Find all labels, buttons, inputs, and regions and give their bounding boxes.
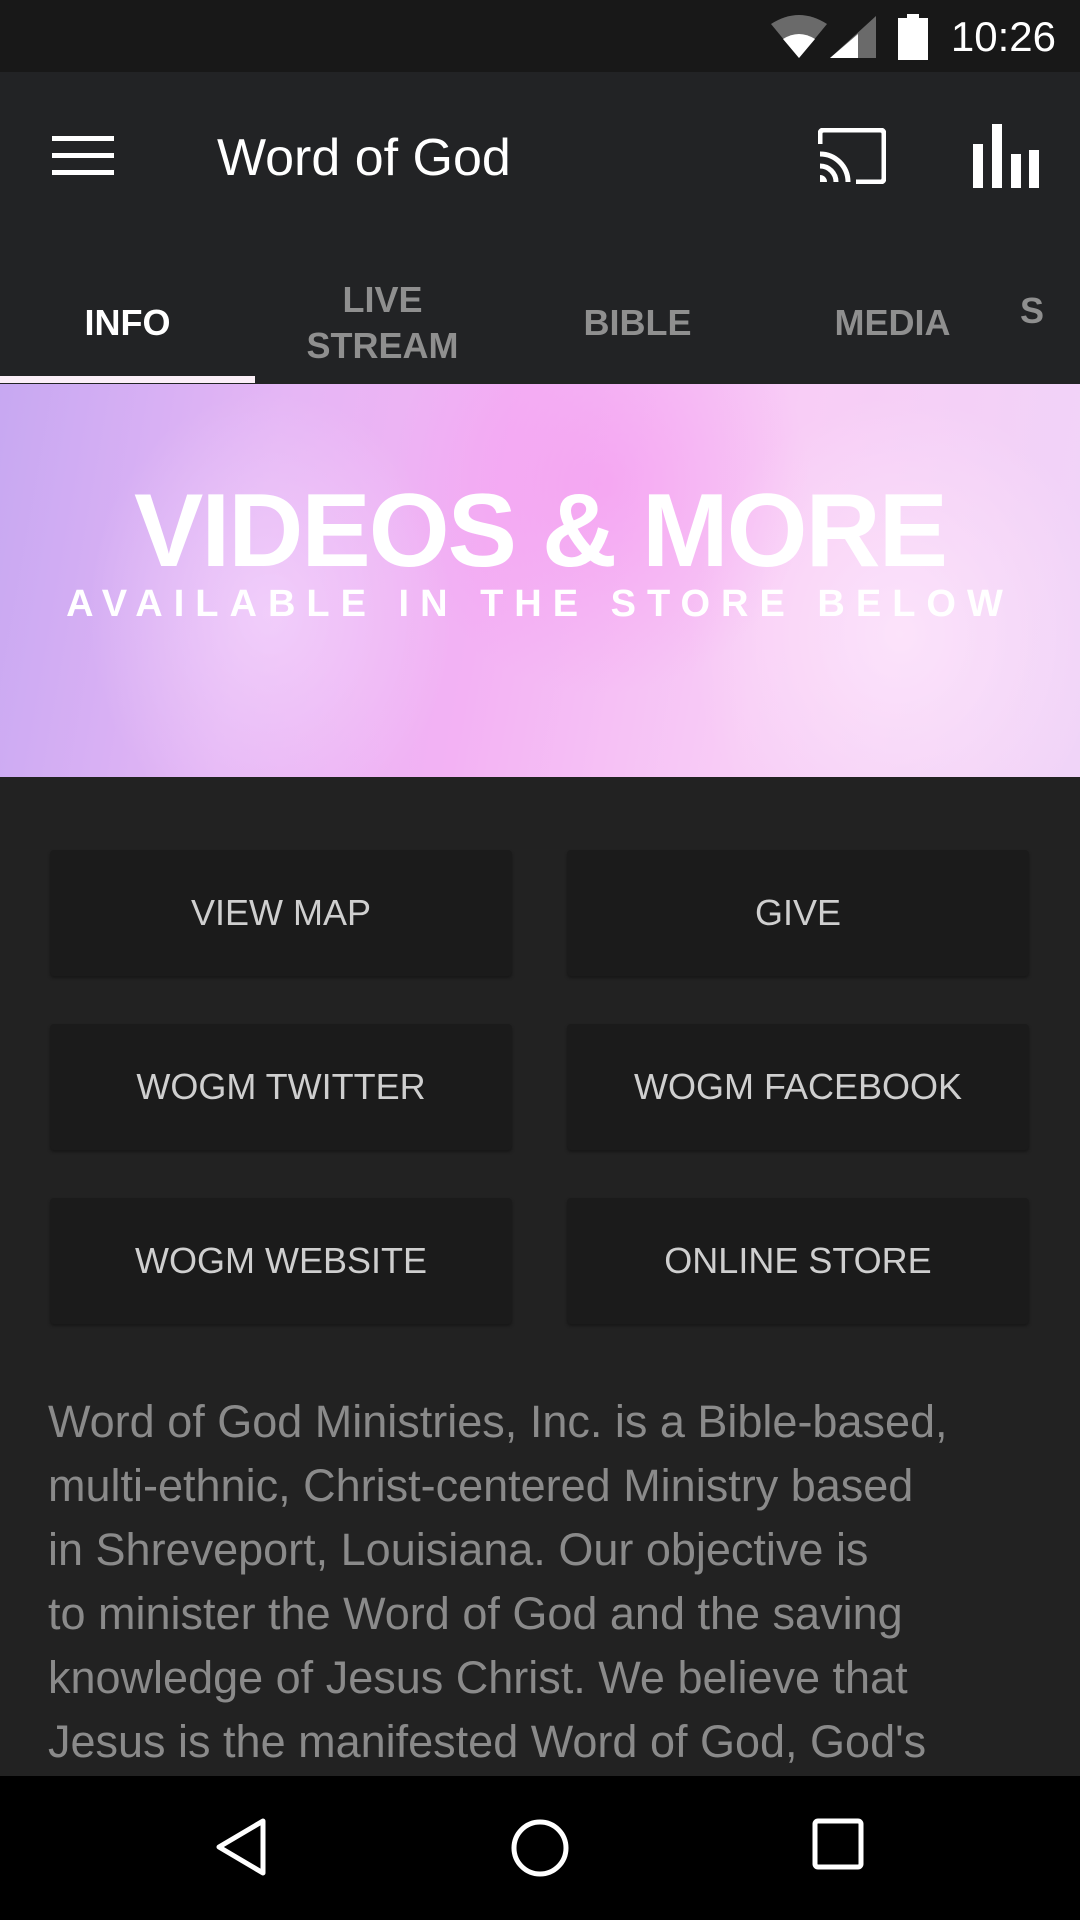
tab-indicator [0, 376, 255, 383]
back-icon [216, 1818, 266, 1876]
tab-label: LIVE STREAM [306, 279, 459, 366]
button-label: WOGM TWITTER [136, 1066, 426, 1107]
wifi-icon [770, 14, 828, 63]
button-label: GIVE [754, 892, 842, 933]
stats-button[interactable] [973, 124, 1041, 193]
back-button[interactable] [215, 1818, 267, 1881]
button-label: ONLINE STORE [664, 1240, 932, 1281]
home-button[interactable] [510, 1818, 570, 1883]
tab-label: S [1020, 290, 1045, 331]
facebook-button[interactable]: WOGM FACEBOOK [567, 1024, 1029, 1150]
button-label: WOGM FACEBOOK [633, 1066, 963, 1107]
cast-button[interactable] [817, 127, 887, 189]
give-button[interactable]: GIVE [567, 850, 1029, 976]
tab-media[interactable]: MEDIA [765, 262, 1020, 384]
cellular-signal-icon [830, 16, 876, 63]
banner-title: VIDEOS & MORE [134, 473, 948, 589]
cast-icon [817, 127, 887, 185]
battery-icon [898, 14, 928, 65]
tab-live-stream[interactable]: LIVE STREAM [255, 262, 510, 384]
view-map-button[interactable]: VIEW MAP [50, 850, 512, 976]
recents-icon [812, 1818, 864, 1870]
status-bar: 10:26 [0, 0, 1080, 72]
tab-label: INFO [84, 302, 171, 343]
bar-chart-icon [973, 124, 1039, 188]
menu-icon [52, 136, 114, 175]
tab-bar: INFO LIVE STREAM BIBLE MEDIA S [0, 262, 1080, 384]
website-button[interactable]: WOGM WEBSITE [50, 1198, 512, 1324]
app-title: Word of God [217, 129, 511, 187]
recents-button[interactable] [812, 1818, 866, 1877]
promo-banner[interactable]: VIDEOS & MORE AVAILABLE IN THE STORE BEL… [0, 384, 1080, 777]
tab-partial[interactable]: S [1020, 250, 1080, 372]
banner-subtitle: AVAILABLE IN THE STORE BELOW [66, 583, 1014, 625]
tab-label: BIBLE [583, 302, 692, 343]
button-label: WOGM WEBSITE [135, 1240, 427, 1281]
button-label: VIEW MAP [190, 892, 372, 933]
status-time: 10:26 [950, 13, 1056, 60]
tab-bible[interactable]: BIBLE [510, 262, 765, 384]
about-description: Word of God Ministries, Inc. is a Bible-… [48, 1396, 948, 1767]
menu-button[interactable] [52, 136, 114, 176]
tab-label: MEDIA [834, 302, 951, 343]
online-store-button[interactable]: ONLINE STORE [567, 1198, 1029, 1324]
home-icon [511, 1819, 569, 1877]
twitter-button[interactable]: WOGM TWITTER [50, 1024, 512, 1150]
system-nav-bar [0, 1776, 1080, 1920]
tab-info[interactable]: INFO [0, 262, 255, 384]
